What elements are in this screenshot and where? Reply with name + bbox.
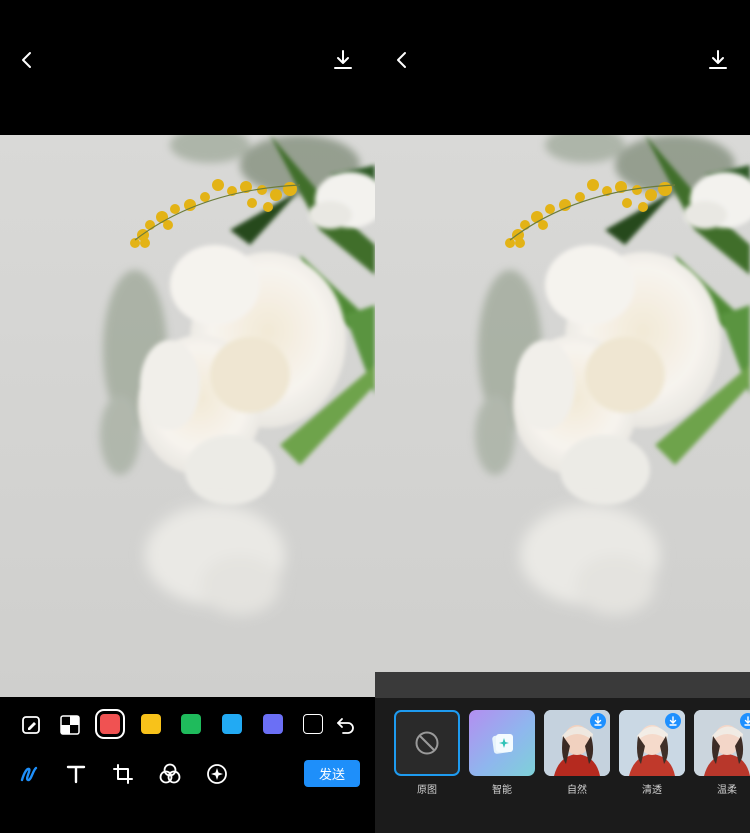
filter-list[interactable]: 原图 智能 自然 清透 温柔 <box>375 710 750 800</box>
back-icon[interactable] <box>12 45 42 75</box>
brush-stroke-icon[interactable] <box>16 761 42 787</box>
filter-thumb <box>619 710 685 776</box>
filter-thumb <box>469 710 535 776</box>
edit-toolbar: 发送 <box>0 697 375 833</box>
download-badge-icon <box>590 713 606 729</box>
filter-label: 清透 <box>642 785 662 796</box>
filter-label: 自然 <box>567 785 587 796</box>
color-swatch-black[interactable] <box>303 714 323 734</box>
undo-icon[interactable] <box>331 710 361 740</box>
color-circles-icon[interactable] <box>157 761 183 787</box>
filter-natural[interactable]: 自然 <box>544 710 610 796</box>
sticker-icon[interactable] <box>204 761 230 787</box>
filter-panel: 原图 智能 自然 清透 温柔 <box>375 672 750 833</box>
color-swatch-blue[interactable] <box>222 714 242 734</box>
filter-gentle[interactable]: 温柔 <box>694 710 750 796</box>
download-badge-icon <box>665 713 681 729</box>
color-swatch-purple[interactable] <box>263 714 283 734</box>
top-bar <box>0 0 375 135</box>
smart-sparkle-icon <box>469 710 535 776</box>
filter-thumb <box>394 710 460 776</box>
top-bar <box>375 0 750 135</box>
filter-thumb <box>694 710 750 776</box>
color-swatch-green[interactable] <box>181 714 201 734</box>
filter-label: 原图 <box>417 785 437 796</box>
filter-original[interactable]: 原图 <box>394 710 460 796</box>
edit-pen-icon[interactable] <box>16 710 46 740</box>
color-swatch-yellow[interactable] <box>141 714 161 734</box>
download-badge-icon <box>740 713 750 729</box>
download-icon[interactable] <box>328 45 358 75</box>
filter-clear[interactable]: 清透 <box>619 710 685 796</box>
download-icon[interactable] <box>703 45 733 75</box>
mosaic-icon[interactable] <box>55 710 85 740</box>
filter-smart[interactable]: 智能 <box>469 710 535 796</box>
editor-pane: 发送 <box>0 0 375 833</box>
color-swatch-red[interactable] <box>95 709 125 739</box>
filter-label: 温柔 <box>717 785 737 796</box>
filter-panel-header <box>375 672 750 698</box>
back-icon[interactable] <box>387 45 417 75</box>
swatch-row <box>0 709 375 741</box>
crop-icon[interactable] <box>110 761 136 787</box>
photo-canvas[interactable] <box>0 135 375 697</box>
no-filter-icon <box>396 712 458 774</box>
send-button[interactable]: 发送 <box>304 760 360 787</box>
filter-thumb <box>544 710 610 776</box>
text-icon[interactable] <box>63 761 89 787</box>
photo-canvas[interactable] <box>375 135 750 697</box>
filter-label: 智能 <box>492 785 512 796</box>
filter-pane: 原图 智能 自然 清透 温柔 <box>375 0 750 833</box>
